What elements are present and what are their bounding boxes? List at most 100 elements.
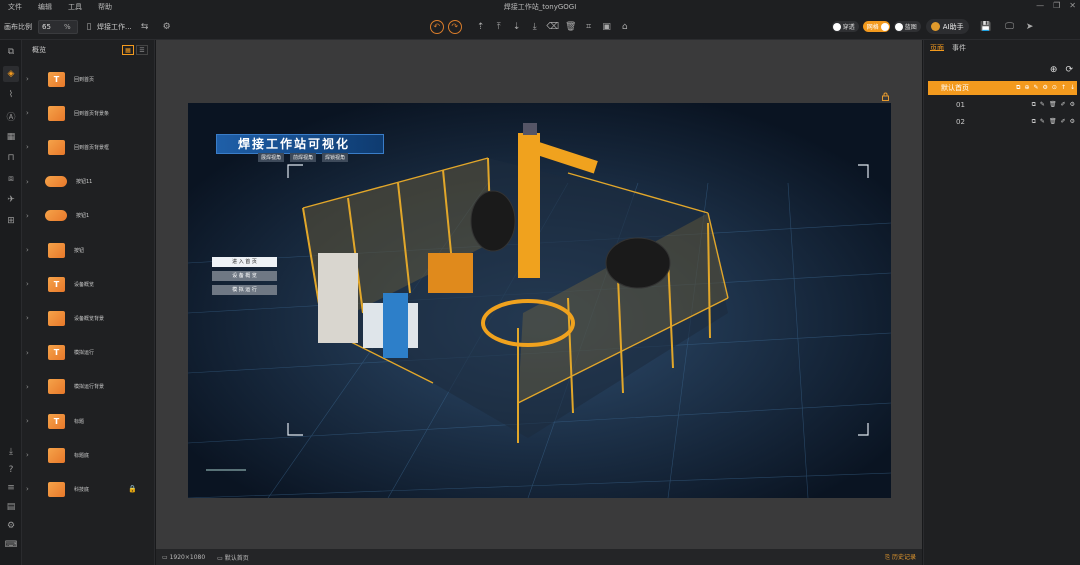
chevron-right-icon[interactable]: ›	[26, 246, 40, 254]
chart-icon[interactable]: ⌇	[3, 87, 19, 103]
layers-icon[interactable]: ◈	[3, 66, 19, 82]
layer-item[interactable]: › 模拟运行背景	[22, 372, 155, 402]
page-name[interactable]: 焊接工作...	[97, 22, 132, 32]
arrow-up-icon[interactable]: ↑	[1061, 84, 1066, 92]
adjust-icon[interactable]: ⇆	[138, 20, 152, 34]
settings-icon[interactable]: ⚙	[1070, 118, 1075, 126]
import-icon[interactable]: ⤓	[3, 444, 19, 460]
current-page[interactable]: ▭ 默认首页	[217, 553, 249, 562]
tab-pages[interactable]: 页面	[930, 43, 944, 52]
text-icon[interactable]: Ⓐ	[3, 108, 19, 124]
menu-tools[interactable]: 工具	[60, 2, 90, 12]
edit-icon[interactable]: ✎	[1040, 118, 1045, 126]
refresh-icon[interactable]: ⟳	[1065, 65, 1073, 75]
undo-button[interactable]: ↶	[429, 19, 444, 34]
lock-icon[interactable]: 🔒	[128, 485, 137, 493]
canvas-tag[interactable]: 展焊视角	[258, 153, 285, 162]
edit-icon[interactable]: ✎	[1033, 84, 1038, 92]
keyboard-icon[interactable]: ⌨	[3, 537, 19, 553]
layer-item[interactable]: › T 回到首页	[22, 64, 155, 94]
table-icon[interactable]: ▦	[3, 129, 19, 145]
publish-icon[interactable]: ➤	[1023, 20, 1037, 34]
factory-icon[interactable]: ⊞	[3, 213, 19, 229]
chevron-right-icon[interactable]: ›	[26, 485, 40, 493]
chevron-right-icon[interactable]: ›	[26, 109, 40, 117]
document-icon[interactable]: ▤	[3, 499, 19, 515]
menu-help[interactable]: 帮助	[90, 2, 120, 12]
layer-item[interactable]: › 回到首页背景条	[22, 98, 155, 128]
upload-icon[interactable]: ⇡	[474, 20, 488, 34]
ai-assistant-button[interactable]: AI助手	[925, 19, 969, 34]
layer-item[interactable]: › 按钮1	[22, 201, 155, 231]
tool-icon[interactable]: ✐	[1061, 118, 1066, 126]
move-up-icon[interactable]: ⊙	[1052, 84, 1057, 92]
list-icon[interactable]: ≡	[3, 480, 19, 496]
copy-icon[interactable]: ⧉	[1032, 118, 1036, 126]
layer-item[interactable]: › 按钮11	[22, 167, 155, 197]
chevron-right-icon[interactable]: ›	[26, 212, 40, 220]
save-icon[interactable]: 💾	[979, 20, 993, 34]
copy-icon[interactable]: ⧉	[1032, 101, 1036, 109]
layer-item[interactable]: › T 设备概览	[22, 269, 155, 299]
help-icon[interactable]: ?	[3, 462, 19, 478]
layer-item[interactable]: › T 模拟运行	[22, 338, 155, 368]
preview-icon[interactable]: 🖵	[1003, 20, 1017, 34]
canvas-lock-icon[interactable]	[881, 92, 890, 101]
minimize-icon[interactable]: —	[1036, 1, 1044, 10]
redo-button[interactable]: ↷	[447, 19, 462, 34]
align-top-icon[interactable]: ⤒	[492, 20, 506, 34]
restore-icon[interactable]: ❐	[1053, 1, 1060, 10]
group-icon[interactable]: ⧈	[3, 171, 19, 187]
chevron-right-icon[interactable]: ›	[26, 349, 40, 357]
add-icon[interactable]: ⊕	[1024, 84, 1029, 92]
close-icon[interactable]: ✕	[1069, 1, 1076, 10]
penetrate-toggle[interactable]: 穿透	[831, 21, 859, 32]
lock-icon[interactable]: ⌂	[618, 20, 632, 34]
model-icon[interactable]: ⊓	[3, 150, 19, 166]
menu-edit[interactable]: 编辑	[30, 2, 60, 12]
grid-toggle[interactable]: 网格	[862, 21, 890, 32]
layer-item[interactable]: › 科技底 🔒	[22, 474, 155, 504]
layer-item[interactable]: › 标题底	[22, 440, 155, 470]
canvas-btn-overview[interactable]: 设 备 概 览	[212, 271, 277, 281]
list-view-icon[interactable]: ☰	[136, 45, 148, 55]
edit-icon[interactable]: ✎	[1040, 101, 1045, 109]
settings-icon[interactable]: ⚙	[1070, 101, 1075, 109]
chevron-right-icon[interactable]: ›	[26, 417, 40, 425]
history-button[interactable]: ⎘ 历史记录	[885, 552, 916, 562]
layer-item[interactable]: › 设备概览背景	[22, 303, 155, 333]
chevron-right-icon[interactable]: ›	[26, 314, 40, 322]
grid-view-icon[interactable]: ▦	[122, 45, 134, 55]
canvas-tag[interactable]: 焊锁视角	[322, 153, 349, 162]
gear-icon[interactable]: ⚙	[3, 518, 19, 534]
settings-icon[interactable]: ⚙	[1043, 84, 1048, 92]
crop-icon[interactable]: ⌗	[582, 20, 596, 34]
settings-icon[interactable]: ⚙	[160, 20, 174, 34]
copy-icon[interactable]: ⧉	[1016, 84, 1020, 92]
page-item[interactable]: 02 ⧉ ✎ 🗑 ✐ ⚙	[928, 115, 1077, 129]
layer-item[interactable]: › 回到首页背景框	[22, 132, 155, 162]
layer-item[interactable]: › T 标题	[22, 406, 155, 436]
layer-item[interactable]: › 按钮	[22, 235, 155, 265]
chevron-right-icon[interactable]: ›	[26, 280, 40, 288]
plane-icon[interactable]: ✈	[3, 192, 19, 208]
page-item[interactable]: 默认首页 ⧉ ⊕ ✎ ⚙ ⊙ ↑ ↓	[928, 81, 1077, 95]
components-icon[interactable]: ⧉	[3, 44, 19, 60]
canvas-btn-home[interactable]: 进 入 首 页	[212, 257, 277, 267]
tool-icon[interactable]: ✐	[1061, 101, 1066, 109]
chevron-right-icon[interactable]: ›	[26, 178, 40, 186]
chevron-right-icon[interactable]: ›	[26, 143, 40, 151]
canvas-btn-simulate[interactable]: 模 拟 运 行	[212, 285, 277, 295]
canvas-title[interactable]: 焊接工作站可视化	[238, 135, 350, 152]
page-item[interactable]: 01 ⧉ ✎ 🗑 ✐ ⚙	[928, 98, 1077, 112]
add-page-icon[interactable]: ⊕	[1050, 65, 1058, 75]
clear-icon[interactable]: ⌫	[546, 20, 560, 34]
chevron-right-icon[interactable]: ›	[26, 75, 40, 83]
download-icon[interactable]: ⇣	[510, 20, 524, 34]
frame-icon[interactable]: ▣	[600, 20, 614, 34]
tab-events[interactable]: 事件	[952, 43, 966, 52]
chevron-right-icon[interactable]: ›	[26, 451, 40, 459]
arrow-down-icon[interactable]: ↓	[1070, 84, 1075, 92]
align-bottom-icon[interactable]: ⤓	[528, 20, 542, 34]
menu-file[interactable]: 文件	[0, 2, 30, 12]
